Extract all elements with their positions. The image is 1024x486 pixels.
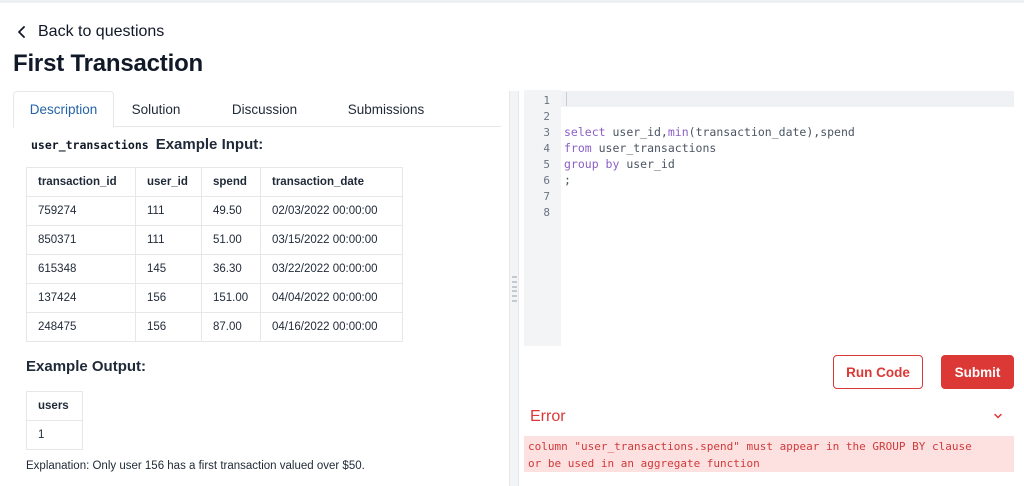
table-cell: 49.50: [201, 196, 261, 226]
code-keyword: group by: [564, 157, 627, 171]
error-line: column "user_transactions.spend" must ap…: [528, 440, 972, 453]
input-table-name: user_transactions: [31, 138, 149, 152]
table-cell: 36.30: [201, 254, 261, 284]
code-line: 1: [524, 92, 1014, 108]
table-row: 759274 111 49.50 02/03/2022 00:00:00: [26, 196, 403, 226]
table-cell: 87.00: [201, 312, 261, 342]
code-text: group by user_id: [564, 157, 675, 171]
code-line: 6;: [524, 172, 1014, 188]
table-cell: 1: [26, 420, 83, 450]
back-to-questions-link[interactable]: Back to questions: [16, 23, 164, 41]
code-token: ;: [564, 173, 571, 187]
table-header-row: transaction_id user_id spend transaction…: [26, 167, 403, 197]
drag-handle-icon: [512, 276, 517, 302]
tab-submissions[interactable]: Submissions: [331, 91, 441, 127]
table-cell: 156: [135, 312, 202, 342]
table-cell: 02/03/2022 00:00:00: [260, 196, 403, 226]
code-editor[interactable]: 1 2 3 select user_id,min(transaction_date),…: [524, 90, 1014, 346]
run-code-button[interactable]: Run Code: [833, 355, 923, 389]
code-token: (transaction_date),spend: [688, 125, 855, 139]
table-cell: 137424: [26, 283, 136, 313]
tab-solution[interactable]: Solution: [114, 91, 198, 127]
column-header: transaction_id: [26, 167, 136, 197]
column-header: users: [26, 391, 83, 421]
code-token: user_id: [626, 157, 675, 171]
error-message: column "user_transactions.spend" must ap…: [524, 436, 1014, 472]
table-row: 615348 145 36.30 03/22/2022 00:00:00: [26, 254, 403, 284]
table-cell: 151.00: [201, 283, 261, 313]
table-cell: 111: [135, 225, 202, 255]
line-number: 5: [543, 157, 550, 171]
line-number: 6: [543, 173, 550, 187]
top-bar: [0, 0, 1024, 3]
page-title: First Transaction: [13, 50, 203, 77]
code-line: 4 from user_transactions: [524, 140, 1014, 156]
error-heading: Error: [530, 408, 566, 425]
table-cell: 850371: [26, 225, 136, 255]
code-token: user_id,: [612, 125, 668, 139]
table-cell: 03/15/2022 00:00:00: [260, 225, 403, 255]
code-lines: 1 2 3 select user_id,min(transaction_date),…: [524, 92, 1014, 220]
code-token: user_transactions: [598, 141, 717, 155]
table-cell: 145: [135, 254, 202, 284]
line-number: 2: [543, 109, 550, 123]
code-text: ;: [564, 173, 571, 187]
table-cell: 156: [135, 283, 202, 313]
error-line: or be used in an aggregate function: [528, 457, 760, 470]
line-number: 4: [543, 141, 550, 155]
code-keyword: select: [564, 125, 613, 139]
table-cell: 04/04/2022 00:00:00: [260, 283, 403, 313]
line-number: 8: [543, 205, 550, 219]
tab-description[interactable]: Description: [13, 91, 114, 128]
code-line: 5 group by user_id: [524, 156, 1014, 172]
example-input-label: Example Input:: [155, 136, 264, 153]
table-cell: 615348: [26, 254, 136, 284]
tab-bar: Description Solution Discussion Submissi…: [13, 91, 501, 128]
tab-discussion[interactable]: Discussion: [198, 91, 331, 127]
code-keyword: min: [667, 125, 689, 139]
table-cell: 111: [135, 196, 202, 226]
code-text: select user_id,min(transaction_date),spe…: [564, 125, 855, 139]
submit-button[interactable]: Submit: [941, 355, 1014, 389]
table-cell: 03/22/2022 00:00:00: [260, 254, 403, 284]
table-cell: 248475: [26, 312, 136, 342]
chevron-down-icon[interactable]: [993, 411, 1003, 421]
table-cell: 51.00: [201, 225, 261, 255]
description-panel: user_transactions Example Input: transac…: [0, 127, 510, 486]
code-line: 3 select user_id,min(transaction_date),sp…: [524, 124, 1014, 140]
example-output-table: users 1: [26, 391, 83, 450]
line-number: 3: [543, 125, 550, 139]
code-keyword: from: [564, 141, 599, 155]
code-line: 7: [524, 188, 1014, 204]
back-label: Back to questions: [38, 23, 165, 40]
code-line: 2: [524, 108, 1014, 124]
example-input-heading: user_transactions Example Input:: [31, 136, 263, 153]
column-header: user_id: [135, 167, 202, 197]
table-row: 850371 111 51.00 03/15/2022 00:00:00: [26, 225, 403, 255]
column-header: transaction_date: [260, 167, 403, 197]
panel-splitter[interactable]: [509, 91, 519, 486]
code-text: from user_transactions: [564, 141, 716, 155]
explanation-text: Explanation: Only user 156 has a first t…: [26, 460, 365, 472]
table-row: 1: [26, 420, 83, 450]
line-number: 7: [543, 189, 550, 203]
table-cell: 04/16/2022 00:00:00: [260, 312, 403, 342]
table-header-row: users: [26, 391, 83, 421]
line-number: 1: [543, 93, 550, 107]
table-row: 248475 156 87.00 04/16/2022 00:00:00: [26, 312, 403, 342]
table-row: 137424 156 151.00 04/04/2022 00:00:00: [26, 283, 403, 313]
example-input-table: transaction_id user_id spend transaction…: [26, 167, 403, 342]
table-cell: 759274: [26, 196, 136, 226]
column-header: spend: [201, 167, 261, 197]
example-output-label: Example Output:: [26, 358, 147, 375]
code-line: 8: [524, 204, 1014, 220]
chevron-left-icon: [18, 26, 25, 38]
